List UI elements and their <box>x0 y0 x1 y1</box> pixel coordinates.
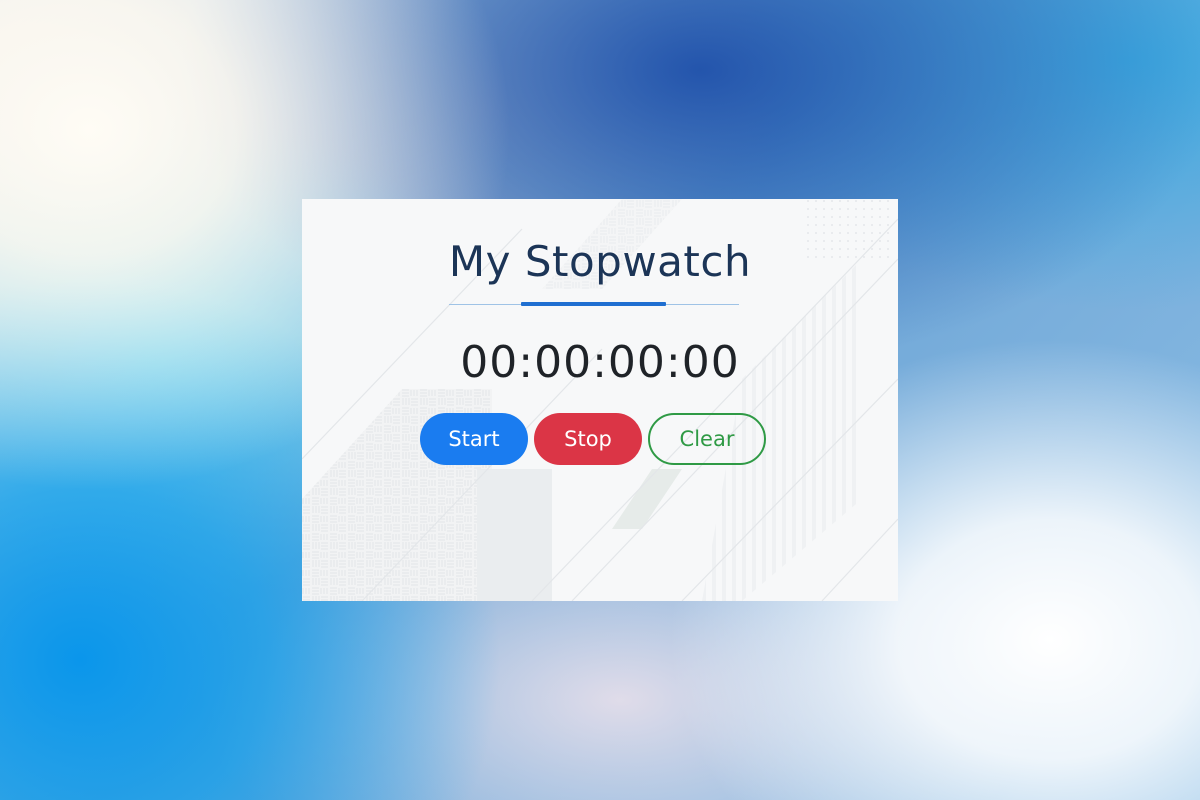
title-accent-underline <box>521 302 666 306</box>
clear-button[interactable]: Clear <box>648 413 766 465</box>
stopwatch-card: My Stopwatch 00:00:00:00 Start Stop Clea… <box>302 199 898 601</box>
start-button[interactable]: Start <box>420 413 528 465</box>
controls-group: Start Stop Clear <box>420 413 766 465</box>
stop-button[interactable]: Stop <box>534 413 642 465</box>
page-title: My Stopwatch <box>448 237 752 286</box>
timer-display: 00:00:00:00 <box>460 337 740 388</box>
